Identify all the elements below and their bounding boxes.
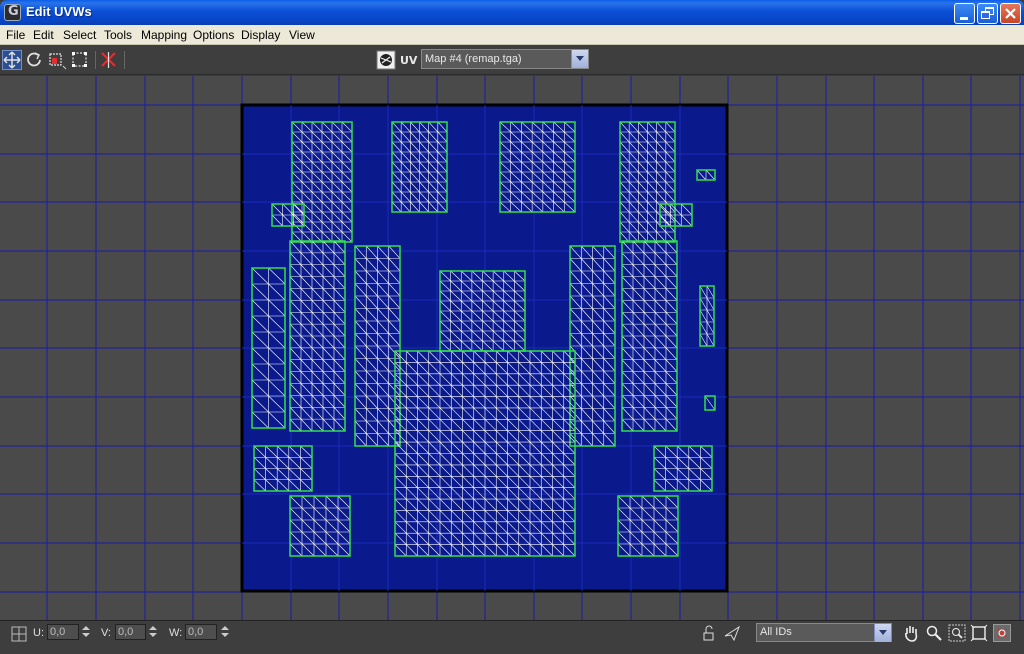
scale-button[interactable] <box>47 50 67 70</box>
u-label: U: <box>33 627 44 639</box>
rotate-button[interactable] <box>24 50 44 70</box>
pan-button[interactable] <box>902 624 920 642</box>
zoom-icon <box>926 625 942 641</box>
menu-mapping[interactable]: Mapping <box>141 28 187 42</box>
w-label: W: <box>169 627 183 639</box>
uv-canvas[interactable] <box>0 76 1024 620</box>
v-field[interactable]: 0,0 <box>115 624 146 640</box>
app-icon: G <box>4 4 21 21</box>
w-field[interactable]: 0,0 <box>185 624 217 640</box>
lock-icon <box>703 625 714 641</box>
menu-tools[interactable]: Tools <box>104 28 132 42</box>
paper-plane-icon <box>724 625 741 642</box>
menu-display[interactable]: Display <box>241 28 280 42</box>
title-bar: G Edit UVWs <box>0 0 1024 25</box>
chevron-down-icon[interactable] <box>571 50 588 68</box>
close-button[interactable] <box>1000 3 1021 24</box>
menu-view[interactable]: View <box>289 28 315 42</box>
menu-select[interactable]: Select <box>63 28 96 42</box>
filter-button[interactable] <box>723 624 741 642</box>
grid-toggle-icon <box>11 626 27 642</box>
mirror-button[interactable] <box>99 50 119 70</box>
move-button[interactable] <box>2 50 22 70</box>
move-icon <box>3 51 21 69</box>
pan-icon <box>905 626 918 642</box>
chevron-down-icon[interactable] <box>874 624 891 642</box>
rotate-icon <box>27 52 41 67</box>
menu-edit[interactable]: Edit <box>33 28 54 42</box>
v-spinner[interactable] <box>148 624 158 640</box>
toolbar-separator <box>95 51 96 69</box>
menu-bar: File Edit Select Tools Mapping Options D… <box>0 25 1024 45</box>
lock-selection-button[interactable] <box>700 624 718 642</box>
minimize-button[interactable] <box>954 3 975 24</box>
map-selector-value: Map #4 (remap.tga) <box>425 53 522 65</box>
snap-button[interactable] <box>993 624 1011 642</box>
toolbar-separator <box>124 51 125 69</box>
freeform-button[interactable] <box>70 50 90 70</box>
u-spinner[interactable] <box>81 624 91 640</box>
u-field[interactable]: 0,0 <box>47 624 79 640</box>
maximize-button[interactable] <box>977 3 998 24</box>
zoom-button[interactable] <box>925 624 943 642</box>
window-title: Edit UVWs <box>26 4 92 19</box>
absolute-relative-toggle[interactable] <box>11 626 29 644</box>
zoom-region-icon <box>948 624 966 642</box>
w-spinner[interactable] <box>220 624 230 640</box>
snap-icon <box>997 628 1007 638</box>
uv-editor-viewport[interactable] <box>0 76 1024 620</box>
zoom-extents-icon <box>970 624 988 642</box>
close-icon <box>1005 8 1016 19</box>
zoom-extents-button[interactable] <box>970 624 988 642</box>
ids-selector[interactable]: All IDs <box>756 623 892 642</box>
menu-file[interactable]: File <box>6 28 25 42</box>
freeform-icon <box>72 52 87 67</box>
mirror-icon <box>101 52 116 68</box>
uv-axis-label[interactable]: UV <box>400 54 417 67</box>
scale-icon <box>49 53 67 70</box>
zoom-region-button[interactable] <box>948 624 966 642</box>
menu-options[interactable]: Options <box>193 28 234 42</box>
show-map-button[interactable] <box>376 50 396 70</box>
v-label: V: <box>101 627 111 639</box>
map-selector[interactable]: Map #4 (remap.tga) <box>421 49 589 69</box>
ids-selector-value: All IDs <box>760 626 792 638</box>
show-map-icon <box>376 50 396 70</box>
